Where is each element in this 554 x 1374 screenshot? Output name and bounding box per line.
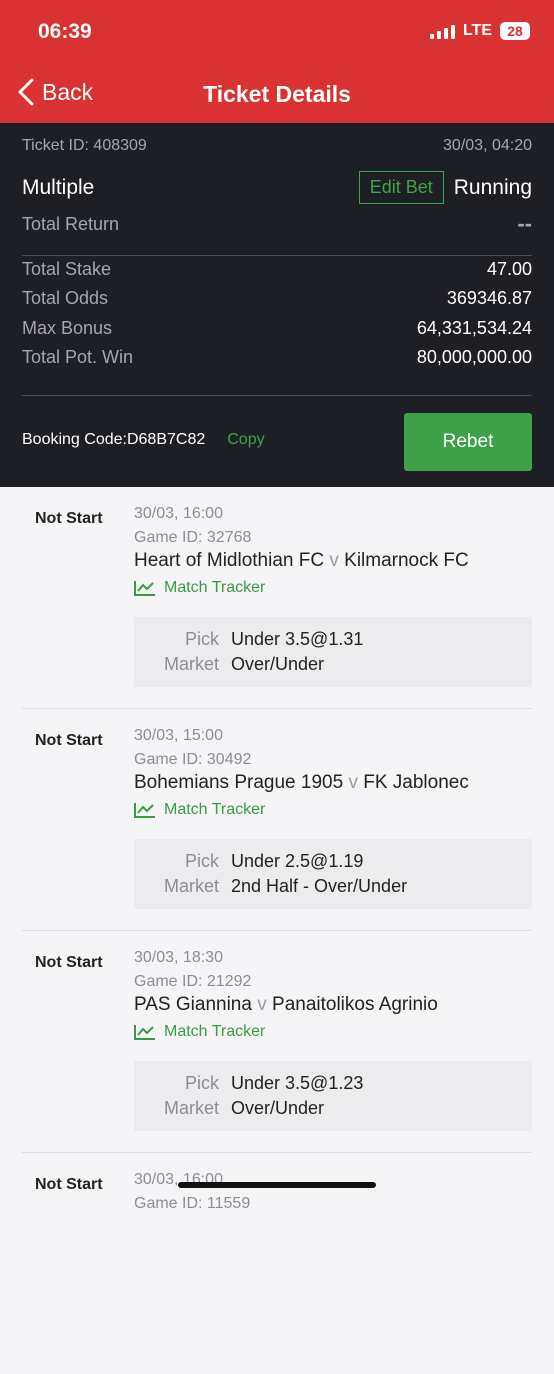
home-team: PAS Giannina [134, 994, 252, 1015]
bet-status: Not Start [35, 732, 103, 749]
market-label: Market [163, 654, 219, 674]
match-tracker-label: Match Tracker [164, 579, 266, 596]
home-indicator[interactable] [178, 1182, 376, 1188]
pick-label: Pick [184, 1073, 219, 1093]
pick-row: Pick Under 2.5@1.19 [134, 851, 532, 872]
total-return-value: -- [517, 211, 532, 236]
market-label: Market [163, 876, 219, 896]
bet-card: Not Start 30/03, 15:00 Game ID: 30492 Bo… [22, 709, 532, 931]
bet-status: Not Start [35, 1176, 103, 1193]
home-team: Bohemians Prague 1905 [134, 772, 344, 793]
stat-value: 64,331,534.24 [416, 318, 532, 338]
pick-value: Under 2.5@1.19 [231, 851, 364, 871]
ticket-id: Ticket ID: 408309 [22, 137, 147, 154]
market-label: Market [163, 1098, 219, 1118]
game-id: Game ID: 21292 [134, 973, 252, 990]
home-team: Heart of Midlothian FC [134, 550, 325, 571]
stat-value: 47.00 [486, 259, 532, 279]
pick-row: Pick Under 3.5@1.23 [134, 1073, 532, 1094]
stat-value: 80,000,000.00 [416, 347, 532, 367]
game-id: Game ID: 32768 [134, 529, 252, 546]
market-row: Market Over/Under [134, 1098, 532, 1119]
ticket-datetime: 30/03, 04:20 [443, 137, 532, 154]
pick-value: Under 3.5@1.31 [231, 629, 364, 649]
match-teams: Heart of Midlothian FC v Kilmarnock FC [134, 550, 469, 572]
match-tracker-link[interactable]: Match Tracker [134, 579, 265, 597]
chart-line-icon [134, 581, 155, 596]
bet-card: Not Start 30/03, 16:00 Game ID: 32768 He… [22, 487, 532, 709]
ticket-type-row: Multiple Edit Bet Running [22, 171, 532, 204]
stat-label: Total Stake [22, 259, 112, 279]
bet-type: Multiple [22, 175, 95, 199]
app-header: 06:39 LTE 28 Back Ticket Details [0, 0, 554, 123]
ticket-meta-row: Ticket ID: 408309 30/03, 04:20 [22, 137, 532, 155]
stat-label: Total Odds [22, 288, 109, 308]
bet-status: Not Start [35, 510, 103, 527]
match-teams: PAS Giannina v Panaitolikos Agrinio [134, 994, 438, 1016]
stat-label: Total Pot. Win [22, 347, 134, 367]
game-id: Game ID: 30492 [134, 751, 252, 768]
pick-details: Pick Under 3.5@1.23 Market Over/Under [134, 1061, 532, 1131]
bet-list: Not Start 30/03, 16:00 Game ID: 32768 He… [0, 487, 554, 1374]
divider [22, 255, 532, 256]
divider [22, 395, 532, 396]
total-return-label: Total Return [22, 213, 120, 234]
rebet-button[interactable]: Rebet [404, 413, 532, 471]
stat-row: Total Odds 369346.87 [22, 288, 532, 309]
page-title: Ticket Details [203, 81, 351, 107]
vs-label: v [348, 772, 358, 793]
match-datetime: 30/03, 16:00 [134, 505, 223, 522]
signal-icon [429, 23, 455, 39]
match-tracker-link[interactable]: Match Tracker [134, 1023, 265, 1041]
match-tracker-link[interactable]: Match Tracker [134, 801, 265, 819]
status-indicators: LTE 28 [429, 22, 530, 40]
pick-label: Pick [184, 851, 219, 871]
bet-status: Not Start [35, 954, 103, 971]
pick-row: Pick Under 3.5@1.31 [134, 629, 532, 650]
match-tracker-label: Match Tracker [164, 1023, 266, 1040]
pick-details: Pick Under 2.5@1.19 Market 2nd Half - Ov… [134, 839, 532, 909]
match-datetime: 30/03, 15:00 [134, 727, 223, 744]
market-value: Over/Under [231, 654, 325, 674]
stat-row: Total Pot. Win 80,000,000.00 [22, 347, 532, 368]
pick-value: Under 3.5@1.23 [231, 1073, 364, 1093]
match-datetime: 30/03, 18:30 [134, 949, 223, 966]
market-row: Market 2nd Half - Over/Under [134, 876, 532, 897]
stat-value: 369346.87 [446, 288, 532, 308]
status-time: 06:39 [38, 20, 92, 43]
away-team: Panaitolikos Agrinio [272, 994, 438, 1015]
vs-label: v [257, 994, 267, 1015]
stat-row: Total Stake 47.00 [22, 259, 532, 280]
game-id: Game ID: 11559 [134, 1195, 251, 1212]
away-team: Kilmarnock FC [344, 550, 469, 571]
battery-icon: 28 [500, 22, 530, 40]
ticket-summary: Ticket ID: 408309 30/03, 04:20 Multiple … [0, 123, 554, 487]
market-value: 2nd Half - Over/Under [231, 876, 408, 896]
market-row: Market Over/Under [134, 654, 532, 675]
match-teams: Bohemians Prague 1905 v FK Jablonec [134, 772, 469, 794]
edit-bet-button[interactable]: Edit Bet [358, 171, 444, 204]
vs-label: v [329, 550, 339, 571]
pick-details: Pick Under 3.5@1.31 Market Over/Under [134, 617, 532, 687]
booking-code: Booking Code:D68B7C82 [22, 431, 206, 448]
chart-line-icon [134, 1025, 155, 1040]
pick-label: Pick [184, 629, 219, 649]
away-team: FK Jablonec [363, 772, 469, 793]
chart-line-icon [134, 803, 155, 818]
stat-label: Max Bonus [22, 318, 113, 338]
network-label: LTE [462, 22, 492, 39]
market-value: Over/Under [231, 1098, 325, 1118]
match-tracker-label: Match Tracker [164, 801, 266, 818]
stat-row: Max Bonus 64,331,534.24 [22, 318, 532, 339]
copy-button[interactable]: Copy [227, 431, 264, 449]
bet-card: Not Start 30/03, 18:30 Game ID: 21292 PA… [22, 931, 532, 1153]
ticket-status: Running [453, 175, 532, 199]
booking-code-row: Booking Code:D68B7C82 Copy [22, 431, 265, 449]
total-return-row: Total Return -- [22, 211, 532, 237]
